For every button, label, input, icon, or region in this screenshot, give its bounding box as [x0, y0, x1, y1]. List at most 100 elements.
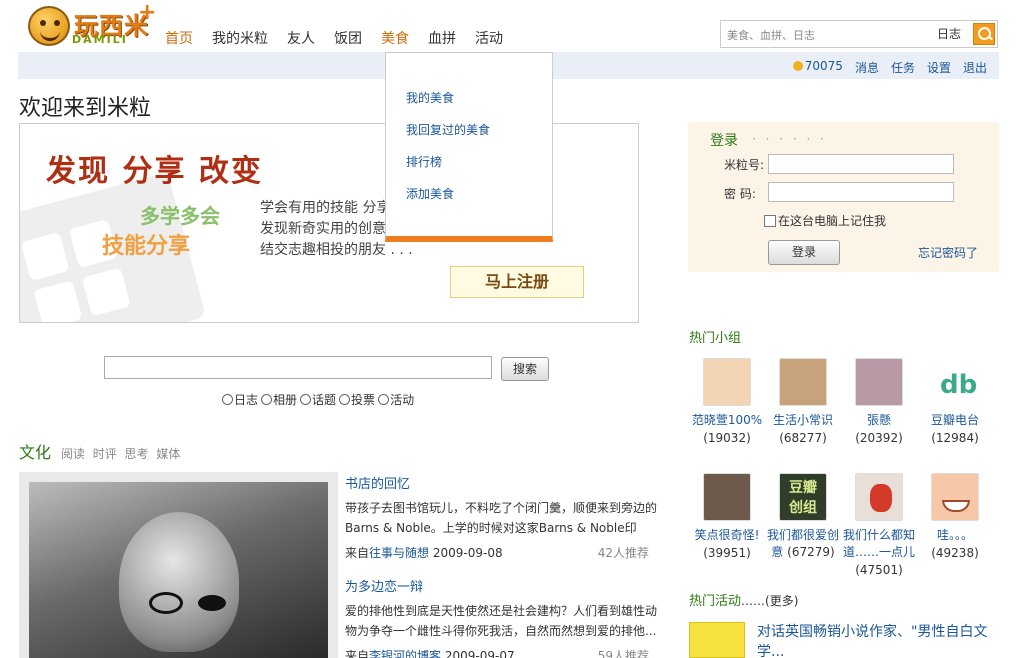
coin-icon	[792, 61, 803, 71]
article-from: 来自	[345, 649, 370, 658]
group-item[interactable]: 豆瓣 创组 我们都很爱创意 (67279)	[762, 473, 844, 561]
group-count: (19032)	[703, 431, 751, 445]
portrait-icon[interactable]	[779, 358, 827, 406]
hot-events-label: 热门活动	[689, 594, 742, 609]
article-source[interactable]: 往事与随想	[369, 546, 429, 560]
group-count: (39951)	[703, 546, 751, 560]
menu-item-add-food[interactable]: 添加美食	[386, 185, 552, 217]
password-field[interactable]	[768, 182, 954, 202]
article-item: 为多边恋一辩 爱的排他性到底是天性使然还是社会建构？人们看到雄性动物为争夺一个雌…	[345, 576, 657, 658]
culture-tag[interactable]: 时评	[93, 447, 117, 461]
banner-skill-text: 技能分享	[102, 234, 191, 259]
toy-icon[interactable]	[855, 473, 903, 521]
smile-icon[interactable]	[931, 473, 979, 521]
article-title[interactable]: 书店的回忆	[345, 473, 657, 492]
logo-plus: +	[138, 0, 157, 25]
person-icon[interactable]	[703, 358, 751, 406]
group-name[interactable]: 笑点很奇怪!	[686, 527, 768, 544]
menu-item-replied-food[interactable]: 我回复过的美食	[386, 121, 552, 153]
main-search-button[interactable]: 搜索	[501, 357, 549, 381]
forgot-password-link[interactable]: 忘记密码了	[918, 244, 978, 261]
menu-item-my-food[interactable]: 我的美食	[386, 89, 552, 121]
group-name[interactable]: 張懸	[838, 412, 920, 429]
nav-item-friends[interactable]: 友人	[287, 28, 315, 48]
svg-text:db: db	[940, 370, 977, 400]
radio-album[interactable]: 相册	[261, 391, 297, 408]
group-count: (12984)	[931, 431, 979, 445]
header-search-input[interactable]: 美食、血拼、日志	[727, 27, 815, 43]
username-label: 米粒号:	[724, 158, 765, 172]
photo-icon[interactable]	[855, 358, 903, 406]
menu-item-ranking[interactable]: 排行榜	[386, 153, 552, 185]
radio-blog[interactable]: 日志	[222, 391, 258, 408]
nav-item-groups[interactable]: 饭团	[334, 28, 362, 48]
group-item[interactable]: 范晓萱100% (19032)	[686, 358, 768, 447]
article-source[interactable]: 李银河的博客	[369, 649, 441, 658]
checkbox-icon[interactable]	[764, 215, 776, 227]
coin-balance[interactable]: 70075	[792, 59, 843, 76]
remember-me-label: 在这台电脑上记住我	[778, 214, 887, 228]
event-thumbnail[interactable]	[689, 622, 745, 658]
group-count: (67279)	[787, 545, 835, 559]
radio-logo-icon[interactable]: db	[931, 358, 979, 406]
article-date: 2009-09-07	[444, 649, 515, 658]
messages-link[interactable]: 消息	[855, 59, 879, 76]
culture-heading[interactable]: 文化	[19, 443, 51, 462]
culture-feature-photo[interactable]	[19, 472, 338, 658]
logout-link[interactable]: 退出	[963, 59, 987, 76]
radio-vote[interactable]: 投票	[339, 391, 375, 408]
settings-link[interactable]: 设置	[927, 59, 951, 76]
search-icon[interactable]	[973, 23, 995, 45]
nav-item-events[interactable]: 活动	[475, 28, 503, 48]
group-name[interactable]: 范晓萱100%	[686, 412, 768, 429]
main-search-input[interactable]	[104, 356, 492, 379]
radio-label: 投票	[351, 393, 376, 407]
radio-icon[interactable]	[261, 394, 273, 405]
group-item[interactable]: 我们什么都知道……一点儿 (47501)	[838, 473, 920, 579]
radio-icon[interactable]	[339, 394, 351, 405]
search-scope-select[interactable]: 日志	[937, 25, 961, 42]
group-item[interactable]: 生活小常识 (68277)	[762, 358, 844, 447]
nav-item-shopping[interactable]: 血拼	[428, 28, 456, 48]
radio-icon[interactable]	[300, 394, 312, 405]
group-name[interactable]: 生活小常识	[762, 412, 844, 429]
events-more-prefix: ……	[741, 594, 766, 608]
radio-event[interactable]: 活动	[378, 391, 414, 408]
group-count: (20392)	[855, 431, 903, 445]
nav-item-food[interactable]: 美食	[381, 28, 409, 48]
culture-tag[interactable]: 媒体	[156, 447, 180, 461]
username-field[interactable]	[768, 154, 954, 174]
glasses-icon	[149, 592, 183, 614]
group-item[interactable]: 張懸 (20392)	[838, 358, 920, 447]
login-panel: 登录 · · · · · · 米粒号: 密 码: 在这台电脑上记住我 登录 忘记…	[688, 122, 999, 272]
events-more-link[interactable]: (更多)	[765, 594, 798, 608]
event-title-link[interactable]: 对话英国畅销小说作家、"男性自白文学...	[757, 622, 997, 658]
nav-item-home[interactable]: 首页	[165, 28, 193, 48]
radio-icon[interactable]	[378, 394, 390, 405]
article-title[interactable]: 为多边恋一辩	[345, 576, 657, 595]
group-name[interactable]: 哇。。。	[914, 527, 996, 544]
food-dropdown-menu: 我的美食 我回复过的美食 排行榜 添加美食	[385, 52, 553, 242]
radio-icon[interactable]	[222, 394, 233, 405]
group-item[interactable]: 哇。。。 (49238)	[914, 473, 996, 562]
remember-me-checkbox[interactable]: 在这台电脑上记住我	[764, 212, 886, 229]
person-icon[interactable]	[703, 473, 751, 521]
login-title: 登录	[710, 133, 738, 149]
article-from: 来自	[345, 546, 370, 560]
radio-topic[interactable]: 话题	[300, 391, 336, 408]
culture-tag[interactable]: 阅读	[61, 447, 85, 461]
toy-shape	[870, 484, 892, 512]
group-name[interactable]: 豆瓣电台	[914, 412, 996, 429]
site-logo[interactable]: 玩西米 + DAMILI	[28, 0, 156, 48]
tasks-link[interactable]: 任务	[891, 59, 915, 76]
register-button[interactable]: 马上注册	[450, 266, 584, 298]
group-logo-icon[interactable]: 豆瓣 创组	[779, 473, 827, 521]
group-item[interactable]: 笑点很奇怪! (39951)	[686, 473, 768, 562]
culture-tag[interactable]: 思考	[125, 447, 149, 461]
login-button[interactable]: 登录	[768, 240, 840, 265]
group-item[interactable]: db 豆瓣电台 (12984)	[914, 358, 996, 447]
header-search: 美食、血拼、日志 日志	[720, 20, 998, 48]
group-name[interactable]: 我们都很爱创意 (67279)	[762, 527, 844, 561]
group-name[interactable]: 我们什么都知道……一点儿	[838, 527, 920, 561]
nav-item-my-mili[interactable]: 我的米粒	[212, 28, 268, 48]
